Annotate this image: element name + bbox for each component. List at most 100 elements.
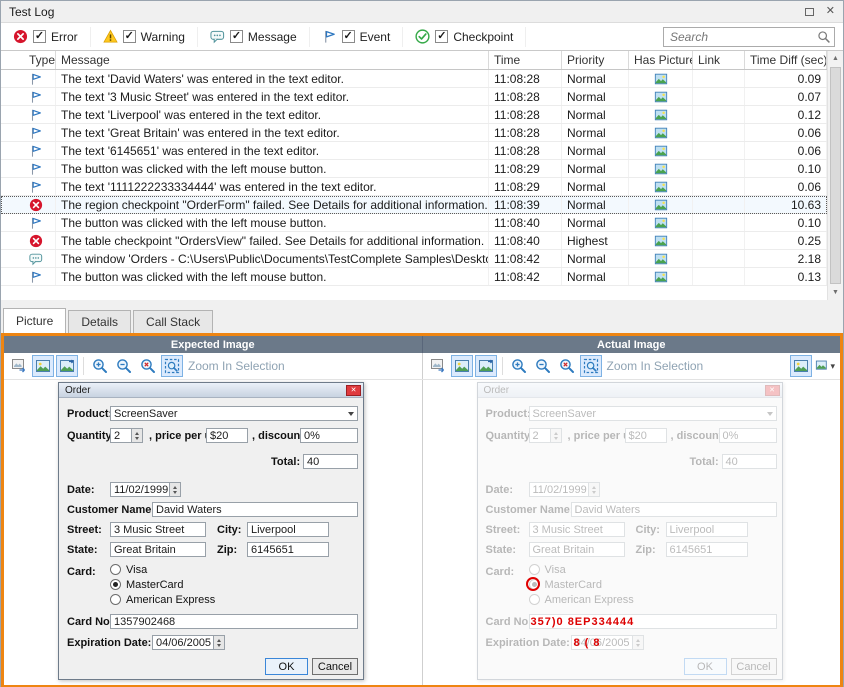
filter-item-error[interactable]: Error [9, 27, 91, 47]
zoom-reset-button[interactable] [556, 355, 578, 377]
column-header-priority[interactable]: Priority [562, 51, 629, 69]
table-row[interactable]: The text '1111222233334444' was entered … [1, 178, 827, 196]
table-row[interactable]: The text '3 Music Street' was entered in… [1, 88, 827, 106]
zip-field: 6145651 [666, 542, 748, 557]
row-priority: Normal [562, 88, 629, 105]
zoom-in-button[interactable] [89, 355, 111, 377]
table-row[interactable]: The button was clicked with the left mou… [1, 268, 827, 286]
has-picture-icon [654, 162, 668, 176]
city-field: Liverpool [247, 522, 329, 537]
vertical-scrollbar[interactable]: ▲ ▼ [827, 51, 843, 300]
expiration-date-field: 04/06/2005 [571, 635, 633, 650]
export-image-button[interactable] [427, 355, 449, 377]
restore-icon [805, 8, 814, 16]
filter-checkbox[interactable] [230, 30, 243, 43]
filter-checkbox[interactable] [123, 30, 136, 43]
zoom-out-button[interactable] [113, 355, 135, 377]
export-image-button[interactable] [8, 355, 30, 377]
table-row[interactable]: The region checkpoint "OrderForm" failed… [1, 196, 827, 214]
ok-button: OK [265, 658, 308, 675]
city-field: Liverpool [666, 522, 748, 537]
select-region-button[interactable] [56, 355, 78, 377]
table-row[interactable]: The button was clicked with the left mou… [1, 214, 827, 232]
zoom-in-selection-button[interactable] [161, 355, 183, 377]
error-icon [13, 29, 28, 44]
row-time: 11:08:39 [489, 196, 562, 213]
tab-picture[interactable]: Picture [3, 308, 66, 333]
table-row[interactable]: The text 'David Waters' was entered in t… [1, 70, 827, 88]
filter-item-message[interactable]: Message [206, 27, 310, 47]
filter-item-event[interactable]: Event [318, 27, 404, 47]
card-label: Card: [67, 566, 96, 578]
zoom-reset-button[interactable] [137, 355, 159, 377]
expiration-spinner [214, 635, 225, 650]
row-message: The text 'David Waters' was entered in t… [56, 70, 489, 87]
state-field: Great Britain [529, 542, 625, 557]
street-label: Street: [67, 524, 102, 536]
row-time: 11:08:29 [489, 160, 562, 177]
has-picture-icon [654, 72, 668, 86]
zip-field: 6145651 [247, 542, 329, 557]
column-header-link[interactable]: Link [693, 51, 745, 69]
product-value: ScreenSaver [533, 408, 597, 420]
row-time-diff: 10.63 [745, 196, 827, 213]
expected-image-view[interactable]: Order ✕ Product: ScreenSaver Quantity: 2… [4, 380, 423, 685]
table-row[interactable]: The text 'Great Britain' was entered in … [1, 124, 827, 142]
customer-name-field: David Waters [152, 502, 358, 517]
zoom-in-button[interactable] [508, 355, 530, 377]
date-field: 11/02/1999 [110, 482, 170, 497]
row-time: 11:08:29 [489, 178, 562, 195]
table-row[interactable]: The button was clicked with the left mou… [1, 160, 827, 178]
restore-button[interactable] [805, 8, 814, 16]
table-row[interactable]: The text 'Liverpool' was entered in the … [1, 106, 827, 124]
state-field: Great Britain [110, 542, 206, 557]
zoom-out-button[interactable] [532, 355, 554, 377]
row-time-diff: 0.06 [745, 178, 827, 195]
table-row[interactable]: The window 'Orders - C:\Users\Public\Doc… [1, 250, 827, 268]
row-message: The text '3 Music Street' was entered in… [56, 88, 489, 105]
pan-image-button[interactable] [451, 355, 473, 377]
row-time-diff: 0.06 [745, 124, 827, 141]
tab-details[interactable]: Details [68, 310, 131, 333]
event-icon [29, 72, 43, 86]
column-header-time[interactable]: Time [489, 51, 562, 69]
table-row[interactable]: The table checkpoint "OrdersView" failed… [1, 232, 827, 250]
actual-toolbar: Zoom In Selection ▾ [423, 353, 841, 379]
select-region-button[interactable] [475, 355, 497, 377]
filter-item-checkpoint[interactable]: Checkpoint [411, 27, 526, 47]
expiration-date-label: Expiration Date: [67, 637, 151, 649]
row-time: 11:08:28 [489, 142, 562, 159]
row-priority: Normal [562, 160, 629, 177]
column-header-time-diff[interactable]: Time Diff (sec) [745, 51, 827, 69]
filter-checkbox[interactable] [435, 30, 448, 43]
quantity-field: 2 [110, 428, 132, 443]
pan-image-button[interactable] [32, 355, 54, 377]
zoom-in-selection-button[interactable] [580, 355, 602, 377]
scroll-up-icon[interactable]: ▲ [828, 51, 843, 66]
close-button[interactable]: ✕ [826, 6, 835, 17]
show-comparison-button[interactable] [790, 355, 812, 377]
filter-item-warning[interactable]: Warning [99, 27, 198, 47]
column-header-type[interactable]: Type [1, 51, 56, 69]
tab-call-stack[interactable]: Call Stack [133, 310, 213, 333]
filter-checkbox[interactable] [33, 30, 46, 43]
column-header-has-picture[interactable]: Has Picture [629, 51, 693, 69]
image-options-button[interactable]: ▾ [814, 355, 836, 377]
row-message: The text 'Great Britain' was entered in … [56, 124, 489, 141]
actual-image-title: Actual Image [423, 336, 841, 353]
table-row[interactable]: The text '6145651' was entered in the te… [1, 142, 827, 160]
quantity-field: 2 [529, 428, 551, 443]
row-time: 11:08:28 [489, 88, 562, 105]
filter-checkbox[interactable] [342, 30, 355, 43]
checkpoint-icon [415, 29, 430, 44]
scrollbar-thumb[interactable] [830, 67, 841, 284]
toolbar-separator [502, 357, 503, 375]
column-header-message[interactable]: Message [56, 51, 489, 69]
row-priority: Normal [562, 178, 629, 195]
scroll-down-icon[interactable]: ▼ [828, 285, 843, 300]
dialog-title: Order [65, 385, 91, 396]
error-icon [29, 198, 43, 212]
radio-mastercard [529, 579, 540, 590]
actual-image-view[interactable]: Order ✕ Product: ScreenSaver Quantity: 2… [423, 380, 841, 685]
search-input[interactable] [663, 27, 835, 47]
